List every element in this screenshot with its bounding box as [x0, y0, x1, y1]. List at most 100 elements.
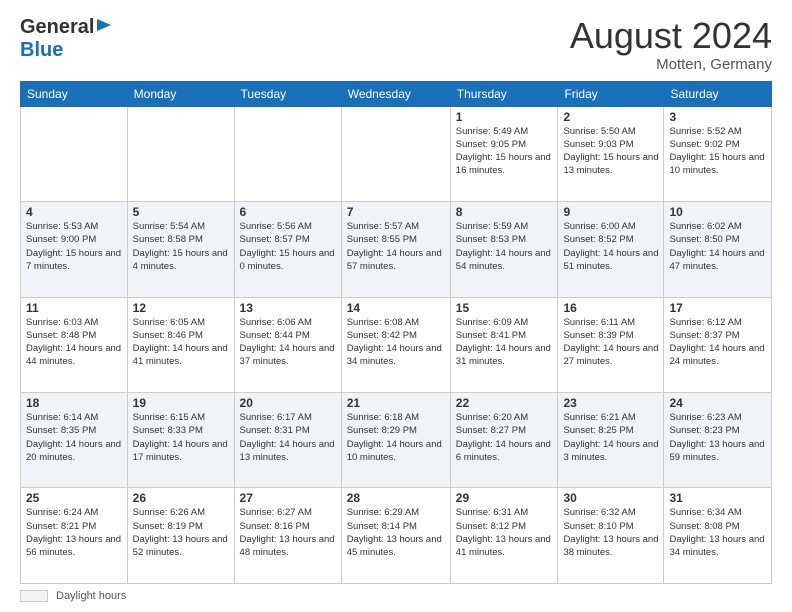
day-detail: Sunrise: 6:29 AM Sunset: 8:14 PM Dayligh… — [347, 506, 445, 559]
day-detail: Sunrise: 6:27 AM Sunset: 8:16 PM Dayligh… — [240, 506, 336, 559]
title-block: August 2024 Motten, Germany — [570, 16, 772, 73]
day-detail: Sunrise: 5:56 AM Sunset: 8:57 PM Dayligh… — [240, 220, 336, 273]
day-cell: 25Sunrise: 6:24 AM Sunset: 8:21 PM Dayli… — [21, 488, 128, 584]
day-cell: 4Sunrise: 5:53 AM Sunset: 9:00 PM Daylig… — [21, 202, 128, 297]
day-detail: Sunrise: 6:03 AM Sunset: 8:48 PM Dayligh… — [26, 316, 122, 369]
day-cell: 5Sunrise: 5:54 AM Sunset: 8:58 PM Daylig… — [127, 202, 234, 297]
day-cell: 22Sunrise: 6:20 AM Sunset: 8:27 PM Dayli… — [450, 393, 558, 488]
logo: General Blue — [20, 16, 113, 62]
day-detail: Sunrise: 6:12 AM Sunset: 8:37 PM Dayligh… — [669, 316, 766, 369]
logo-blue-text: Blue — [20, 39, 63, 61]
legend-box — [20, 590, 48, 602]
day-number: 21 — [347, 396, 445, 410]
day-cell: 7Sunrise: 5:57 AM Sunset: 8:55 PM Daylig… — [341, 202, 450, 297]
day-detail: Sunrise: 6:00 AM Sunset: 8:52 PM Dayligh… — [563, 220, 658, 273]
day-detail: Sunrise: 6:15 AM Sunset: 8:33 PM Dayligh… — [133, 411, 229, 464]
day-number: 31 — [669, 491, 766, 505]
header-saturday: Saturday — [664, 81, 772, 106]
day-number: 12 — [133, 301, 229, 315]
day-detail: Sunrise: 5:52 AM Sunset: 9:02 PM Dayligh… — [669, 125, 766, 178]
day-detail: Sunrise: 6:06 AM Sunset: 8:44 PM Dayligh… — [240, 316, 336, 369]
header-sunday: Sunday — [21, 81, 128, 106]
day-number: 24 — [669, 396, 766, 410]
day-cell: 1Sunrise: 5:49 AM Sunset: 9:05 PM Daylig… — [450, 106, 558, 201]
header-thursday: Thursday — [450, 81, 558, 106]
day-detail: Sunrise: 6:32 AM Sunset: 8:10 PM Dayligh… — [563, 506, 658, 559]
day-detail: Sunrise: 6:05 AM Sunset: 8:46 PM Dayligh… — [133, 316, 229, 369]
day-cell: 24Sunrise: 6:23 AM Sunset: 8:23 PM Dayli… — [664, 393, 772, 488]
day-number: 14 — [347, 301, 445, 315]
day-number: 9 — [563, 205, 658, 219]
day-cell: 10Sunrise: 6:02 AM Sunset: 8:50 PM Dayli… — [664, 202, 772, 297]
day-cell — [234, 106, 341, 201]
day-cell: 16Sunrise: 6:11 AM Sunset: 8:39 PM Dayli… — [558, 297, 664, 392]
day-number: 29 — [456, 491, 553, 505]
day-detail: Sunrise: 6:20 AM Sunset: 8:27 PM Dayligh… — [456, 411, 553, 464]
day-detail: Sunrise: 6:09 AM Sunset: 8:41 PM Dayligh… — [456, 316, 553, 369]
day-detail: Sunrise: 6:31 AM Sunset: 8:12 PM Dayligh… — [456, 506, 553, 559]
day-number: 30 — [563, 491, 658, 505]
day-number: 26 — [133, 491, 229, 505]
day-number: 2 — [563, 110, 658, 124]
day-cell: 23Sunrise: 6:21 AM Sunset: 8:25 PM Dayli… — [558, 393, 664, 488]
day-cell: 26Sunrise: 6:26 AM Sunset: 8:19 PM Dayli… — [127, 488, 234, 584]
day-number: 20 — [240, 396, 336, 410]
day-cell: 2Sunrise: 5:50 AM Sunset: 9:03 PM Daylig… — [558, 106, 664, 201]
day-number: 7 — [347, 205, 445, 219]
day-cell: 27Sunrise: 6:27 AM Sunset: 8:16 PM Dayli… — [234, 488, 341, 584]
logo-general-text: General — [20, 16, 94, 39]
week-row-4: 25Sunrise: 6:24 AM Sunset: 8:21 PM Dayli… — [21, 488, 772, 584]
day-detail: Sunrise: 6:17 AM Sunset: 8:31 PM Dayligh… — [240, 411, 336, 464]
day-cell: 17Sunrise: 6:12 AM Sunset: 8:37 PM Dayli… — [664, 297, 772, 392]
day-cell: 11Sunrise: 6:03 AM Sunset: 8:48 PM Dayli… — [21, 297, 128, 392]
day-cell: 6Sunrise: 5:56 AM Sunset: 8:57 PM Daylig… — [234, 202, 341, 297]
day-number: 10 — [669, 205, 766, 219]
location: Motten, Germany — [570, 56, 772, 73]
week-row-2: 11Sunrise: 6:03 AM Sunset: 8:48 PM Dayli… — [21, 297, 772, 392]
header-wednesday: Wednesday — [341, 81, 450, 106]
day-cell: 3Sunrise: 5:52 AM Sunset: 9:02 PM Daylig… — [664, 106, 772, 201]
day-detail: Sunrise: 5:54 AM Sunset: 8:58 PM Dayligh… — [133, 220, 229, 273]
day-cell: 14Sunrise: 6:08 AM Sunset: 8:42 PM Dayli… — [341, 297, 450, 392]
day-cell: 15Sunrise: 6:09 AM Sunset: 8:41 PM Dayli… — [450, 297, 558, 392]
day-number: 25 — [26, 491, 122, 505]
day-cell: 20Sunrise: 6:17 AM Sunset: 8:31 PM Dayli… — [234, 393, 341, 488]
day-cell: 8Sunrise: 5:59 AM Sunset: 8:53 PM Daylig… — [450, 202, 558, 297]
day-cell: 9Sunrise: 6:00 AM Sunset: 8:52 PM Daylig… — [558, 202, 664, 297]
week-row-1: 4Sunrise: 5:53 AM Sunset: 9:00 PM Daylig… — [21, 202, 772, 297]
day-number: 6 — [240, 205, 336, 219]
day-cell: 30Sunrise: 6:32 AM Sunset: 8:10 PM Dayli… — [558, 488, 664, 584]
day-detail: Sunrise: 6:26 AM Sunset: 8:19 PM Dayligh… — [133, 506, 229, 559]
day-number: 3 — [669, 110, 766, 124]
header-row: Sunday Monday Tuesday Wednesday Thursday… — [21, 81, 772, 106]
legend-label: Daylight hours — [56, 590, 126, 602]
day-number: 11 — [26, 301, 122, 315]
day-detail: Sunrise: 6:11 AM Sunset: 8:39 PM Dayligh… — [563, 316, 658, 369]
day-detail: Sunrise: 5:53 AM Sunset: 9:00 PM Dayligh… — [26, 220, 122, 273]
day-number: 19 — [133, 396, 229, 410]
logo-flag-icon — [95, 17, 113, 39]
day-number: 18 — [26, 396, 122, 410]
day-cell: 29Sunrise: 6:31 AM Sunset: 8:12 PM Dayli… — [450, 488, 558, 584]
day-number: 1 — [456, 110, 553, 124]
day-cell: 13Sunrise: 6:06 AM Sunset: 8:44 PM Dayli… — [234, 297, 341, 392]
day-detail: Sunrise: 6:08 AM Sunset: 8:42 PM Dayligh… — [347, 316, 445, 369]
week-row-3: 18Sunrise: 6:14 AM Sunset: 8:35 PM Dayli… — [21, 393, 772, 488]
day-cell — [127, 106, 234, 201]
day-number: 5 — [133, 205, 229, 219]
week-row-0: 1Sunrise: 5:49 AM Sunset: 9:05 PM Daylig… — [21, 106, 772, 201]
day-number: 23 — [563, 396, 658, 410]
day-detail: Sunrise: 6:24 AM Sunset: 8:21 PM Dayligh… — [26, 506, 122, 559]
day-number: 27 — [240, 491, 336, 505]
day-cell: 12Sunrise: 6:05 AM Sunset: 8:46 PM Dayli… — [127, 297, 234, 392]
day-cell: 31Sunrise: 6:34 AM Sunset: 8:08 PM Dayli… — [664, 488, 772, 584]
day-detail: Sunrise: 6:14 AM Sunset: 8:35 PM Dayligh… — [26, 411, 122, 464]
header-tuesday: Tuesday — [234, 81, 341, 106]
day-number: 22 — [456, 396, 553, 410]
day-detail: Sunrise: 5:57 AM Sunset: 8:55 PM Dayligh… — [347, 220, 445, 273]
day-number: 13 — [240, 301, 336, 315]
day-detail: Sunrise: 5:50 AM Sunset: 9:03 PM Dayligh… — [563, 125, 658, 178]
day-detail: Sunrise: 6:18 AM Sunset: 8:29 PM Dayligh… — [347, 411, 445, 464]
day-detail: Sunrise: 6:23 AM Sunset: 8:23 PM Dayligh… — [669, 411, 766, 464]
day-cell: 18Sunrise: 6:14 AM Sunset: 8:35 PM Dayli… — [21, 393, 128, 488]
